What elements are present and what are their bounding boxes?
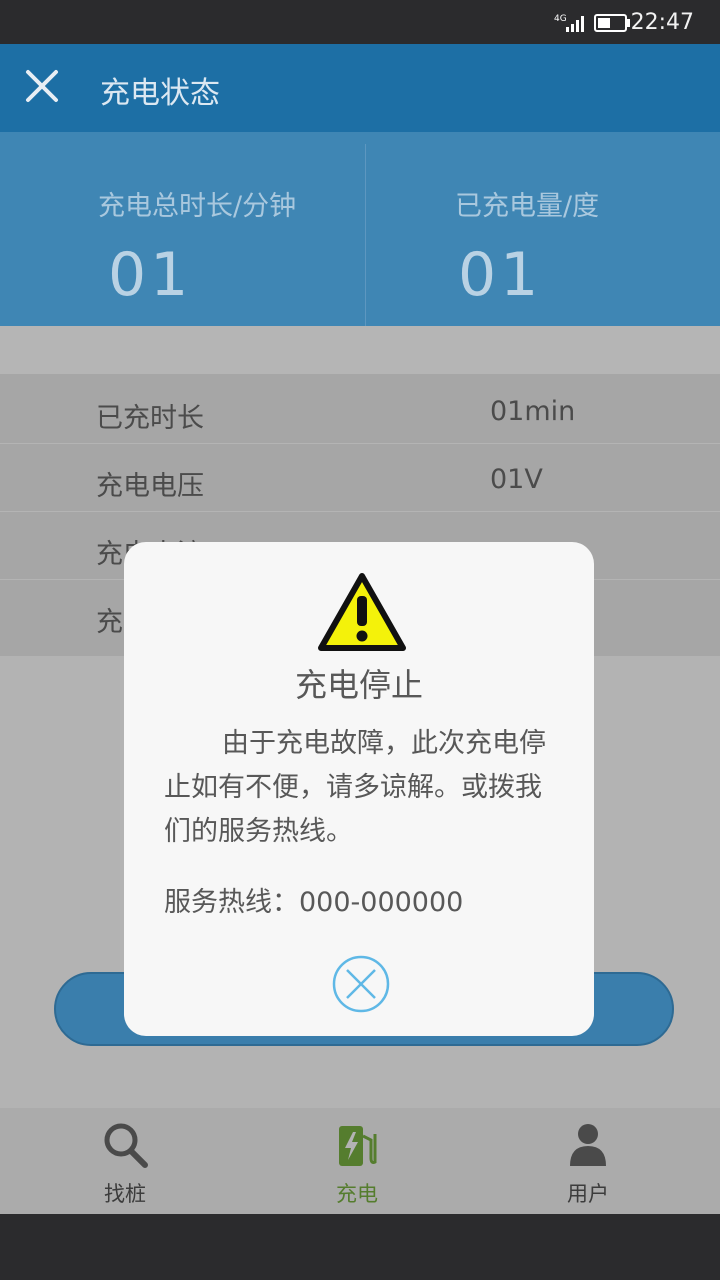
system-nav-bar	[0, 1214, 720, 1280]
detail-label: 充电电压	[96, 471, 204, 502]
status-time: 22:47	[630, 10, 694, 35]
search-icon	[104, 1123, 148, 1168]
detail-value: 01V	[490, 464, 543, 495]
stats-divider	[365, 144, 366, 326]
charging-station-icon	[339, 1126, 377, 1166]
tab-user[interactable]: 用户	[528, 1108, 648, 1214]
svg-text:4G: 4G	[554, 14, 567, 24]
charging-stopped-dialog: 充电停止 由于充电故障，此次充电停止如有不便，请多谅解。或拨我们的服务热线。 服…	[124, 542, 594, 1036]
charging-stats-panel: 充电总时长/分钟 01 已充电量/度 01	[0, 132, 720, 326]
tab-label: 充电	[336, 1182, 378, 1206]
dialog-title: 充电停止	[294, 666, 423, 704]
warning-icon	[318, 573, 406, 651]
signal-icon: 4G	[554, 14, 584, 32]
section-gap	[0, 326, 720, 374]
tab-label: 找桩	[104, 1182, 146, 1206]
energy-label: 已充电量/度	[455, 191, 600, 222]
detail-value: 01min	[490, 396, 576, 427]
page-title: 充电状态	[100, 76, 220, 111]
user-icon	[570, 1124, 606, 1166]
tab-charging[interactable]: 充电	[297, 1108, 417, 1214]
detail-label: 充	[96, 607, 123, 638]
duration-label: 充电总时长/分钟	[98, 191, 297, 222]
energy-value: 01	[458, 240, 543, 310]
tab-label: 用户	[567, 1182, 609, 1206]
dialog-message: 由于充电故障，此次充电停止如有不便，请多谅解。或拨我们的服务热线。	[164, 728, 546, 847]
close-icon[interactable]	[20, 64, 64, 108]
tab-find-station[interactable]: 找桩	[65, 1108, 185, 1214]
detail-label: 已充时长	[96, 403, 204, 434]
status-bar: 4G 22:47	[0, 0, 720, 44]
detail-row: 充电电压 01V	[0, 444, 720, 512]
duration-value: 01	[108, 240, 193, 310]
energy-stat: 已充电量/度 01	[367, 132, 720, 326]
battery-icon	[594, 14, 630, 32]
circle-close-icon[interactable]	[332, 955, 390, 1013]
bottom-tab-bar: 找桩 充电 用户	[0, 1108, 720, 1214]
dialog-hotline: 服务热线：000-000000	[164, 887, 464, 918]
detail-row: 已充时长 01min	[0, 376, 720, 444]
app-bar: 充电状态	[0, 44, 720, 132]
duration-stat: 充电总时长/分钟 01	[0, 132, 360, 326]
